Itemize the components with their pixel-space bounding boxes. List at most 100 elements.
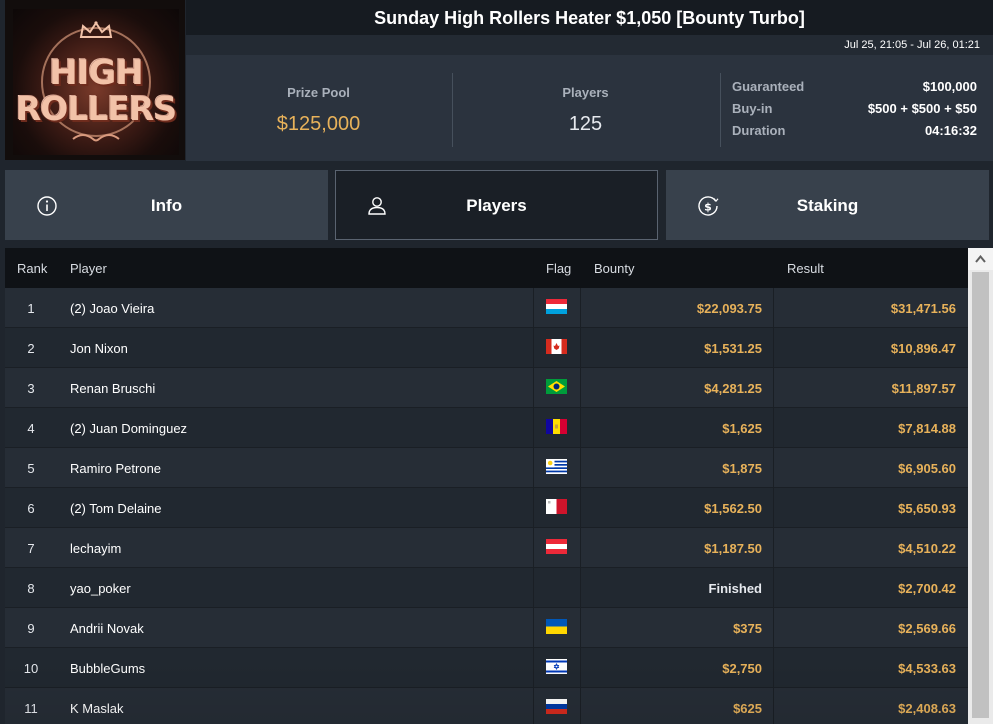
tab-label: Staking: [796, 196, 859, 215]
rank-cell: 1: [27, 301, 35, 316]
swirl-ornament-icon: [72, 134, 120, 142]
date-bar: Jul 25, 21:05 - Jul 26, 01:21: [186, 35, 993, 55]
column-header-player[interactable]: Player: [70, 261, 107, 276]
tab-staking[interactable]: $ Staking: [666, 170, 989, 240]
flag-cell: [533, 688, 581, 724]
flag-andorra-icon: [546, 419, 567, 434]
detail-value: $100,000: [922, 79, 977, 94]
title-bar: Sunday High Rollers Heater $1,050 [Bount…: [186, 0, 993, 35]
logo-art: HIGH ROLLERS: [13, 9, 179, 155]
logo-text-high: HIGH: [49, 53, 143, 93]
table-row[interactable]: 2 Jon Nixon $1,531.25 $10,896.47: [5, 328, 968, 368]
result-cell: $4,510.22: [898, 541, 956, 556]
detail-key: Buy-in: [732, 101, 773, 116]
bounty-cell: $22,093.75: [696, 301, 762, 316]
column-header-bounty[interactable]: Bounty: [594, 261, 634, 276]
table-header: Rank Player Flag Bounty Result: [5, 248, 968, 288]
flag-canada-icon: [546, 339, 567, 354]
player-name[interactable]: Renan Bruschi: [70, 381, 155, 396]
table-row[interactable]: 4 (2) Juan Dominguez $1,625 $7,814.88: [5, 408, 968, 448]
flag-cell: [533, 408, 581, 448]
result-cell: $2,408.63: [898, 701, 956, 716]
tournament-title: Sunday High Rollers Heater $1,050 [Bount…: [374, 8, 805, 28]
rank-cell: 8: [27, 581, 35, 596]
player-name[interactable]: Andrii Novak: [70, 621, 144, 636]
players-stat: Players 125: [453, 55, 718, 161]
table-row[interactable]: 10 BubbleGums $2,750 $4,533.63: [5, 648, 968, 688]
bounty-cell: $1,875: [722, 461, 762, 476]
player-name[interactable]: (2) Joao Vieira: [70, 301, 154, 316]
player-name[interactable]: K Maslak: [70, 701, 123, 716]
players-label: Players: [562, 85, 609, 100]
tournament-dates: Jul 25, 21:05 - Jul 26, 01:21: [844, 39, 980, 51]
rank-cell: 2: [27, 341, 35, 356]
table-row[interactable]: 6 (2) Tom Delaine $1,562.50 $5,650.93: [5, 488, 968, 528]
table-row[interactable]: 11 K Maslak $625 $2,408.63: [5, 688, 968, 724]
player-name[interactable]: Ramiro Petrone: [70, 461, 161, 476]
table-row[interactable]: 5 Ramiro Petrone $1,875 $6,905.60: [5, 448, 968, 488]
flag-ukraine-icon: [546, 619, 567, 634]
detail-key: Guaranteed: [732, 79, 805, 94]
table-row[interactable]: 8 yao_poker Finished $2,700.42: [5, 568, 968, 608]
detail-key: Duration: [732, 123, 786, 138]
result-cell: $31,471.56: [890, 301, 956, 316]
player-name[interactable]: yao_poker: [70, 581, 131, 596]
rank-cell: 6: [27, 501, 35, 516]
column-header-result[interactable]: Result: [787, 261, 824, 276]
player-name[interactable]: (2) Juan Dominguez: [70, 421, 187, 436]
flag-cell: [533, 328, 581, 368]
detail-value: 04:16:32: [924, 123, 977, 138]
stats-panel: Prize Pool $125,000 Players 125 Guarante…: [186, 55, 993, 161]
flag-luxembourg-icon: [546, 299, 567, 314]
prize-pool-label: Prize Pool: [287, 85, 350, 100]
result-cell: $7,814.88: [898, 421, 956, 436]
flag-russia-icon: [546, 699, 567, 714]
table-row[interactable]: 1 (2) Joao Vieira $22,093.75 $31,471.56: [5, 288, 968, 328]
flag-cell: [533, 448, 581, 488]
bounty-cell: $2,750: [722, 661, 762, 676]
flag-israel-icon: [546, 659, 567, 674]
rank-cell: 5: [27, 461, 35, 476]
flag-uruguay-icon: [546, 459, 567, 474]
detail-duration: Duration 04:16:32: [732, 123, 977, 145]
crown-icon: [79, 21, 113, 38]
result-cell: $5,650.93: [898, 501, 956, 516]
bounty-cell: $1,562.50: [704, 501, 762, 516]
tab-info[interactable]: Info: [5, 170, 328, 240]
flag-cell: [533, 608, 581, 648]
logo-text-rollers: ROLLERS: [15, 89, 177, 128]
detail-buy-in: Buy-in $500 + $500 + $50: [732, 101, 977, 123]
flag-cell: [533, 368, 581, 408]
rank-cell: 11: [24, 701, 38, 716]
rank-cell: 10: [23, 661, 39, 676]
scrollbar-thumb[interactable]: [972, 272, 989, 718]
bounty-cell: Finished: [708, 581, 762, 596]
tournament-details: Guaranteed $100,000 Buy-in $500 + $500 +…: [732, 79, 977, 145]
detail-guaranteed: Guaranteed $100,000: [732, 79, 977, 101]
flag-cell: [533, 488, 581, 528]
player-name[interactable]: BubbleGums: [70, 661, 145, 676]
player-name[interactable]: lechayim: [70, 541, 121, 556]
bounty-cell: $625: [733, 701, 762, 716]
flag-cell: [533, 288, 581, 328]
player-name[interactable]: (2) Tom Delaine: [70, 501, 162, 516]
scroll-up-arrow-icon[interactable]: [968, 248, 993, 270]
rank-cell: 9: [27, 621, 35, 636]
column-header-rank[interactable]: Rank: [17, 261, 47, 276]
detail-value: $500 + $500 + $50: [867, 101, 977, 116]
stat-divider: [720, 73, 721, 147]
prize-pool-stat: Prize Pool $125,000: [186, 55, 451, 161]
result-cell: $11,897.57: [891, 381, 956, 396]
flag-brazil-icon: [546, 379, 567, 394]
tab-players[interactable]: Players: [335, 170, 658, 240]
column-header-flag[interactable]: Flag: [546, 261, 571, 276]
flag-cell: [533, 568, 581, 608]
table-row[interactable]: 9 Andrii Novak $375 $2,569.66: [5, 608, 968, 648]
table-row[interactable]: 7 lechayim $1,187.50 $4,510.22: [5, 528, 968, 568]
flag-malta-icon: [546, 499, 567, 514]
vertical-scrollbar[interactable]: [968, 248, 993, 724]
players-table: Rank Player Flag Bounty Result 1 (2) Joao…: [5, 248, 968, 724]
table-row[interactable]: 3 Renan Bruschi $4,281.25 $11,897.57: [5, 368, 968, 408]
player-name[interactable]: Jon Nixon: [70, 341, 128, 356]
result-cell: $2,569.66: [898, 621, 956, 636]
